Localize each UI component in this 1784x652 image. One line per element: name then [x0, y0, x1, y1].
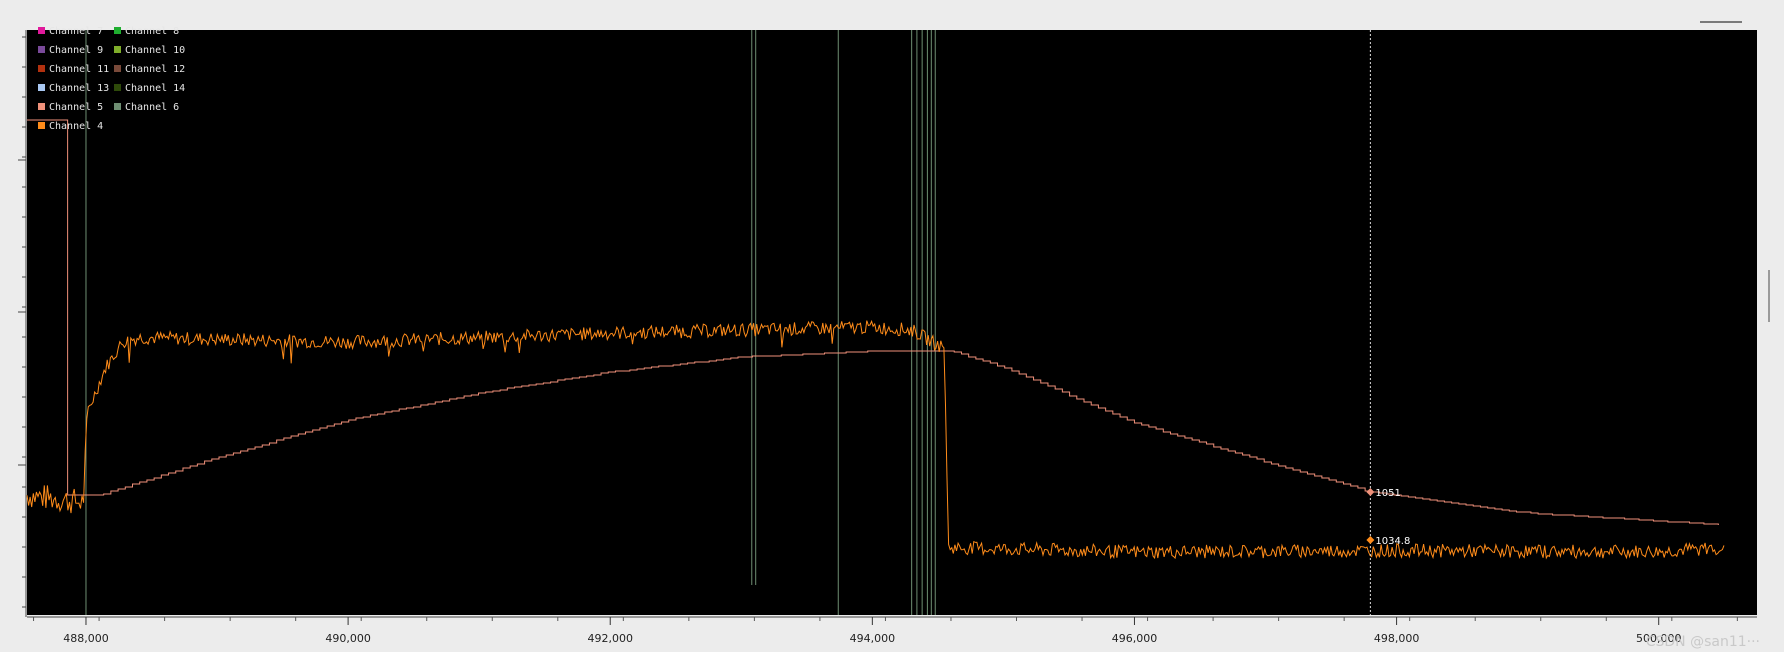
- legend-swatch: [38, 46, 45, 53]
- legend-label: Channel 5: [49, 102, 103, 113]
- x-tick-label: 498,000: [1374, 632, 1420, 645]
- legend-swatch: [114, 103, 121, 110]
- x-tick-label: 496,000: [1112, 632, 1158, 645]
- legend-swatch: [38, 27, 45, 34]
- x-tick-label: 492,000: [587, 632, 633, 645]
- watermark: CSDN @san11···: [1645, 634, 1760, 650]
- plot-area: [27, 30, 1757, 615]
- chart-svg: 488,000 490,000 492,000 494,000 496,000 498,0…: [0, 0, 1784, 652]
- legend-swatch: [38, 65, 45, 72]
- scrollbar-handle[interactable]: [1768, 270, 1770, 322]
- legend-swatch: [114, 46, 121, 53]
- legend-swatch: [114, 65, 121, 72]
- legend-label: Channel 4: [49, 121, 103, 132]
- cursor-value-label: 1034.8: [1375, 536, 1410, 547]
- x-tick-label: 490,000: [325, 632, 371, 645]
- legend-label: Channel 9: [49, 45, 103, 56]
- legend-label: Channel 8: [125, 26, 179, 37]
- legend-label: Channel 11: [49, 64, 109, 75]
- legend-label: Channel 7: [49, 26, 103, 37]
- legend-label: Channel 13: [49, 83, 109, 94]
- cursor-value-label: 1051: [1375, 488, 1400, 499]
- x-tick-label: 494,000: [850, 632, 896, 645]
- legend-label: Channel 10: [125, 45, 185, 56]
- legend-swatch: [114, 27, 121, 34]
- x-tick-label: 488,000: [63, 632, 109, 645]
- legend-swatch: [38, 122, 45, 129]
- minimize-bar-icon[interactable]: [1700, 21, 1742, 23]
- legend-swatch: [38, 84, 45, 91]
- legend-label: Channel 14: [125, 83, 185, 94]
- legend-label: Channel 6: [125, 102, 179, 113]
- legend-swatch: [114, 84, 121, 91]
- legend-label: Channel 12: [125, 64, 185, 75]
- legend-swatch: [38, 103, 45, 110]
